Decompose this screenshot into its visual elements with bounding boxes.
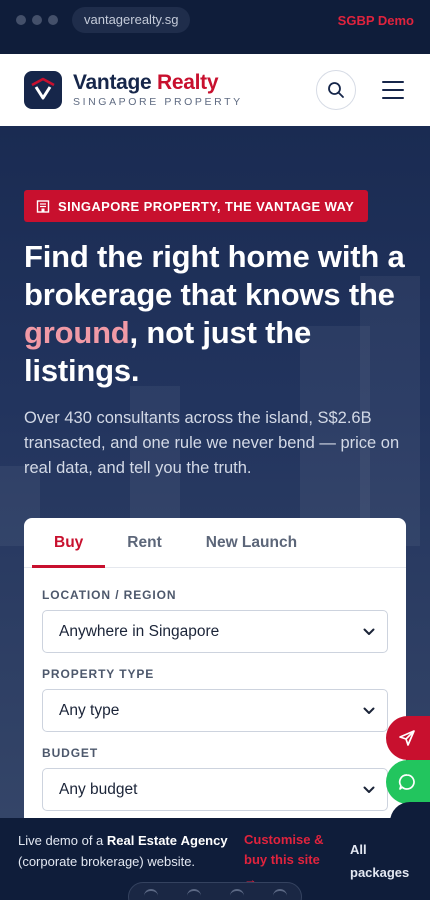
dock-item[interactable] (186, 889, 201, 899)
chevron-down-icon (363, 707, 375, 715)
demo-text-suffix: (corporate brokerage) website. (18, 854, 196, 869)
bottom-dock[interactable] (128, 882, 302, 900)
building-icon (36, 199, 50, 213)
whatsapp-icon (398, 774, 415, 790)
logo-mark-icon[interactable] (24, 71, 62, 109)
all-packages-link[interactable]: All packages (350, 838, 422, 884)
property-type-label: PROPERTY TYPE (42, 667, 155, 681)
dock-item[interactable] (143, 889, 158, 899)
site-header: Vantage Realty SINGAPORE PROPERTY (0, 54, 430, 126)
property-type-select[interactable]: Any type (42, 689, 388, 732)
location-select-value: Anywhere in Singapore (59, 622, 220, 640)
menu-line (382, 81, 404, 83)
property-search-card: Buy Rent New Launch LOCATION / REGION An… (24, 518, 406, 818)
hero-section: SINGAPORE PROPERTY, THE VANTAGE WAY Find… (0, 126, 430, 818)
customise-buy-link[interactable]: Customise & buy this site → (244, 830, 336, 890)
search-icon (328, 82, 344, 98)
demo-tag: SGBP Demo (337, 12, 414, 28)
hero-lede: Over 430 consultants across the island, … (24, 409, 400, 477)
location-label: LOCATION / REGION (42, 588, 177, 602)
chevron-down-icon (363, 786, 375, 794)
property-type-select-value: Any type (59, 701, 120, 719)
dock-item[interactable] (229, 889, 244, 899)
search-button[interactable] (316, 70, 356, 110)
tab-new-launch[interactable]: New Launch (184, 518, 319, 567)
top-strip (0, 40, 430, 54)
dock-item[interactable] (272, 889, 287, 899)
brand-tagline: SINGAPORE PROPERTY (73, 96, 243, 108)
url-bar[interactable]: vantagerealty.sg (72, 7, 191, 33)
demo-description: Live demo of a Real Estate Agency (corpo… (18, 830, 228, 872)
headline-part: Find the right home with a brokerage tha… (24, 239, 405, 312)
tab-buy[interactable]: Buy (32, 518, 106, 568)
browser-top-bar: vantagerealty.sg SGBP Demo (0, 0, 430, 40)
brand-name-accent: Realty (156, 71, 219, 94)
demo-text-bold: Agency (180, 833, 228, 848)
demo-text-bold: Real Estate (106, 833, 177, 848)
budget-select[interactable]: Any budget (42, 768, 388, 811)
window-dot (48, 15, 58, 25)
window-dot (16, 15, 26, 25)
demo-text-prefix: Live demo of a (18, 833, 107, 848)
budget-select-value: Any budget (59, 780, 138, 798)
hero-badge: SINGAPORE PROPERTY, THE VANTAGE WAY (24, 190, 369, 222)
chevron-down-icon (363, 628, 375, 636)
headline-highlight: ground (24, 315, 130, 350)
send-icon (399, 730, 415, 746)
tab-rent[interactable]: Rent (105, 518, 183, 567)
search-tabs: Buy Rent New Launch (24, 518, 406, 568)
hero-badge-label: SINGAPORE PROPERTY, THE VANTAGE WAY (58, 198, 355, 214)
hamburger-menu-icon[interactable] (380, 79, 406, 101)
brand[interactable]: Vantage Realty SINGAPORE PROPERTY (73, 72, 243, 109)
hero-headline: Find the right home with a brokerage tha… (24, 238, 414, 390)
window-dots (16, 15, 58, 25)
menu-line (382, 89, 404, 91)
brand-name: Vantage Realty (73, 72, 243, 94)
send-enquiry-button[interactable] (386, 716, 430, 760)
brand-name-primary: Vantage (73, 71, 152, 94)
menu-line (382, 97, 404, 99)
budget-label: BUDGET (42, 746, 99, 760)
whatsapp-chat-button[interactable] (386, 760, 430, 804)
window-dot (32, 15, 42, 25)
location-select[interactable]: Anywhere in Singapore (42, 610, 388, 653)
